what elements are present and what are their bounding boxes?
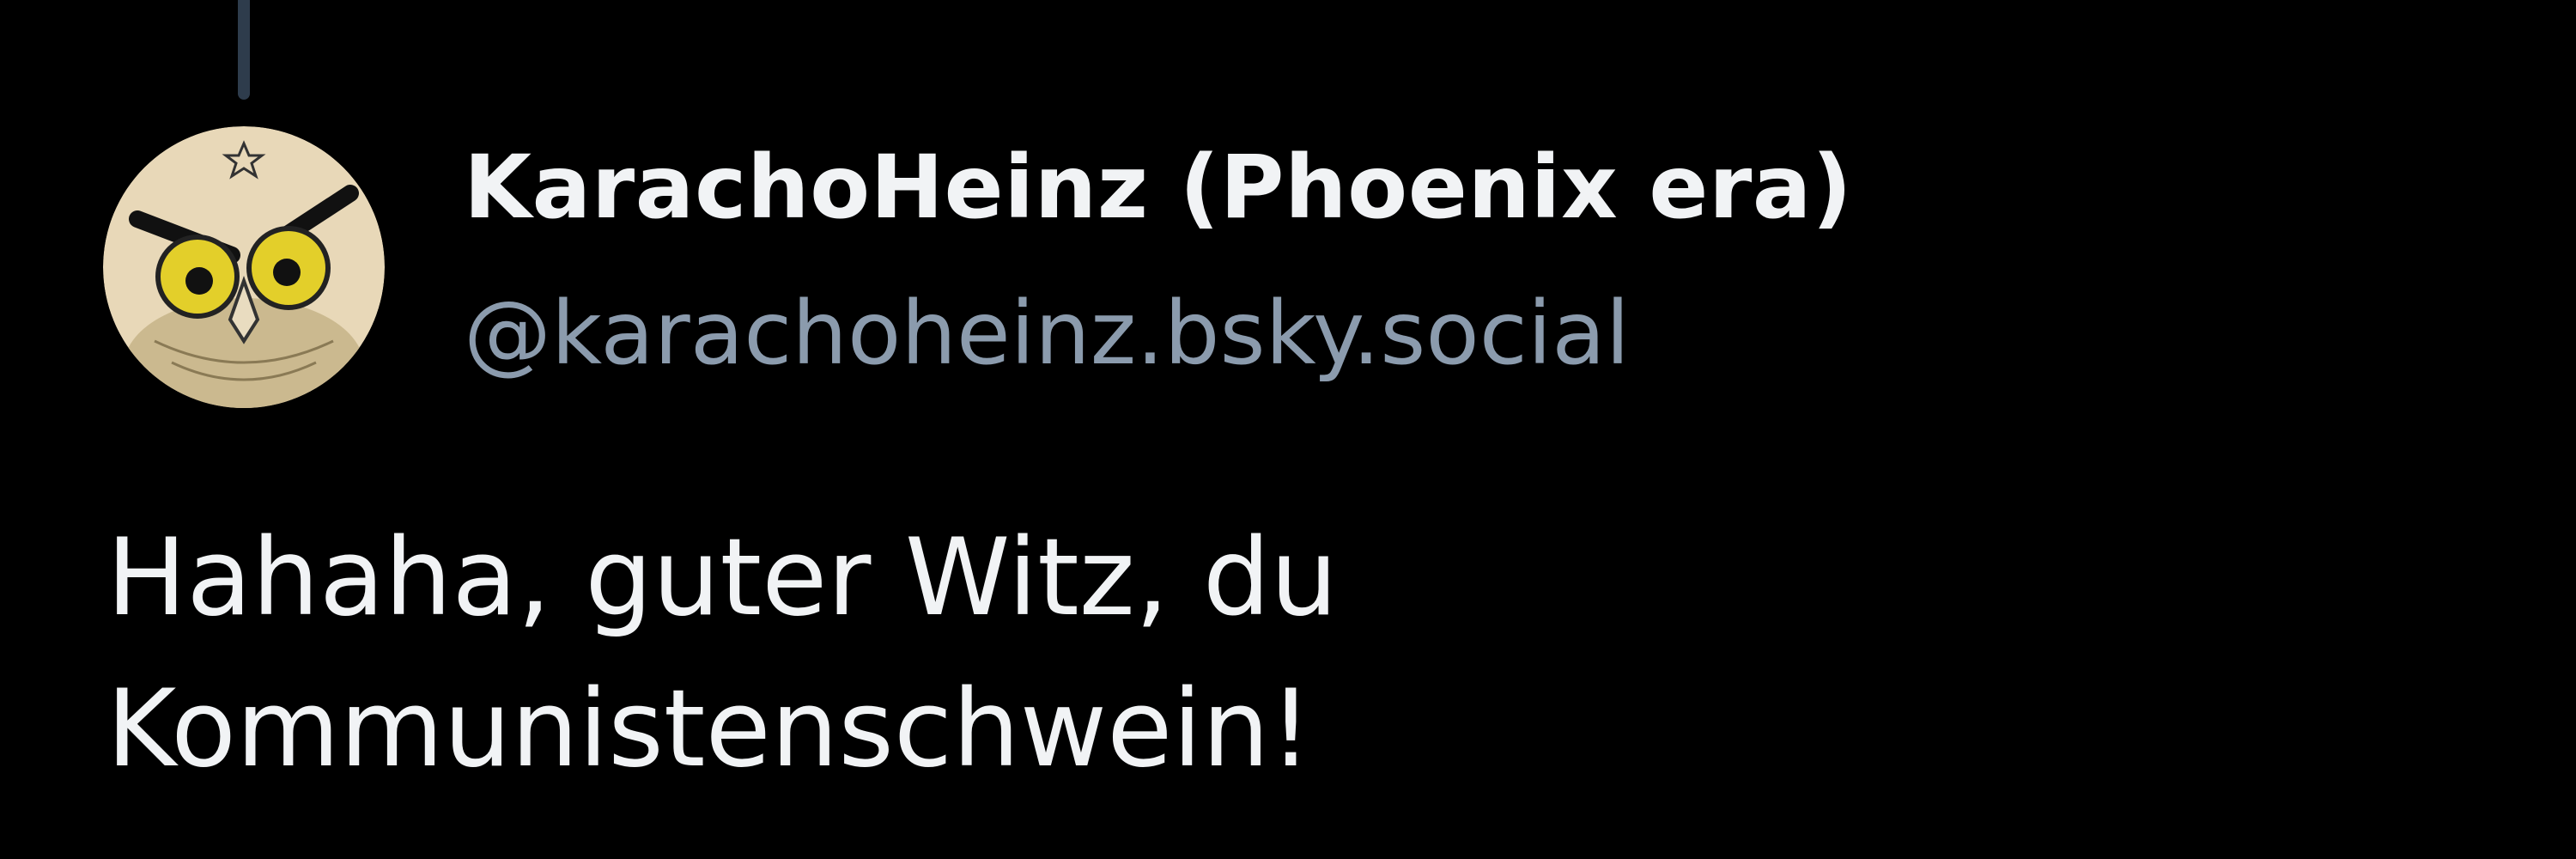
- author-handle[interactable]: @karachoheinz.bsky.social: [464, 283, 1630, 385]
- author-display-name[interactable]: KarachoHeinz (Phoenix era): [464, 137, 1852, 239]
- owl-avatar-icon: [103, 126, 385, 408]
- post-text: Hahaha, guter Witz, du Kommunistenschwei…: [106, 503, 2425, 805]
- author-avatar[interactable]: [103, 126, 385, 408]
- post-text-line: Kommunistenschwein!: [106, 667, 1313, 791]
- post-text-line: Hahaha, guter Witz, du: [106, 516, 1338, 640]
- reply-thread-line: [238, 0, 250, 100]
